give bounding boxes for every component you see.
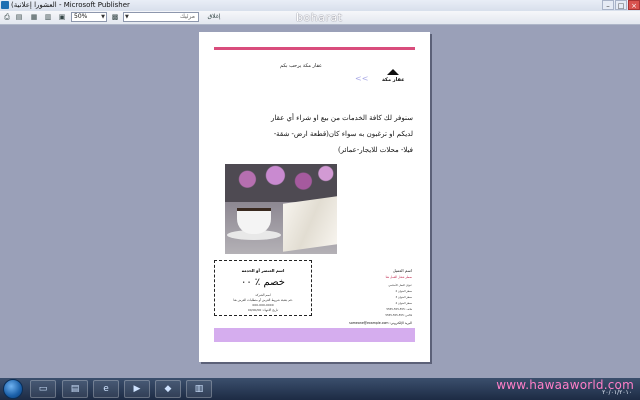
chevron-down-icon: ▼ bbox=[125, 14, 129, 20]
start-button[interactable] bbox=[3, 379, 23, 399]
body-line: لديكم او ترغبون به سواء كان(قطعة ارض- شق… bbox=[273, 130, 413, 138]
coffee-cup-image bbox=[237, 208, 271, 234]
contact-line: سطر العنوان 3 bbox=[395, 296, 412, 299]
coupon-discount: خصم ٪ ٠٠ bbox=[241, 277, 285, 288]
contact-name: اسم العميل bbox=[392, 268, 412, 273]
taskbar-clock: ٢٠/٠١/٢٠١٠ bbox=[602, 389, 632, 396]
close-preview-button[interactable]: إغلاق bbox=[205, 12, 223, 22]
window-title: (العشورا إعلانية - Microsoft Publisher bbox=[11, 1, 130, 9]
zoom-value: 50% bbox=[74, 13, 88, 20]
contact-email: someone@example.com :البريد الإلكتروني bbox=[349, 321, 412, 325]
zoom-select[interactable]: 50% ▼ bbox=[71, 12, 107, 22]
flowers-image bbox=[225, 164, 337, 202]
publisher-icon[interactable]: ▥ bbox=[186, 380, 212, 398]
body-text: سنوفر لك كافة الخدمات من بيع او شراء أي … bbox=[219, 110, 413, 158]
logo-text: عقار مكة bbox=[382, 77, 405, 83]
publisher-app-icon[interactable] bbox=[1, 1, 9, 9]
contact-line: فاكس: 555-555-5555 bbox=[385, 314, 412, 317]
contact-tagline: سطر شعار العمل هنا bbox=[385, 275, 412, 279]
contact-line: سطر العنوان 4 bbox=[395, 302, 412, 305]
page-icon[interactable]: ▦ bbox=[29, 12, 39, 22]
logo-triangle-icon bbox=[387, 69, 399, 75]
coupon-line: 000-000-0000 bbox=[252, 303, 274, 307]
welcome-text: عقار مكة يرحب بكم bbox=[280, 63, 322, 69]
arrow-decoration: << bbox=[355, 74, 369, 83]
coffee-book-photo bbox=[225, 164, 337, 254]
body-line: سنوفر لك كافة الخدمات من بيع او شراء أي … bbox=[271, 114, 413, 122]
contact-line: عنوان العمل الأساسي bbox=[388, 284, 412, 287]
two-page-icon[interactable]: ▣ bbox=[57, 12, 67, 22]
ie-icon[interactable]: e bbox=[93, 380, 119, 398]
media-icon[interactable]: ▶ bbox=[124, 380, 150, 398]
users-icon[interactable]: ◆ bbox=[155, 380, 181, 398]
window-controls: – □ × bbox=[601, 0, 640, 11]
coupon-line: تاريخ الانتهاء: 00/00/00 bbox=[247, 308, 279, 312]
coupon-line: قم بتعبئة شروط العرض أو متطلبات العرض هن… bbox=[233, 298, 293, 302]
coupon-line: اسم الشركة bbox=[255, 293, 271, 297]
font-select[interactable]: ▼ مرئيك bbox=[123, 12, 199, 22]
company-logo: عقار مكة bbox=[382, 69, 405, 85]
coupon-heading: اسم العنصر أو الخدمة bbox=[241, 268, 285, 273]
multipage-icon[interactable]: ▥ bbox=[43, 12, 53, 22]
font-value: مرئيك bbox=[179, 13, 195, 20]
footer-bar bbox=[214, 328, 415, 342]
folder-icon[interactable]: ▤ bbox=[62, 380, 88, 398]
body-line: فيلا- محلات للايجار-عمائر) bbox=[337, 146, 413, 154]
contact-line: هاتف: 555-555-5555 bbox=[386, 308, 412, 311]
publication-page: عقار مكة يرحب بكم << عقار مكة سنوفر لك ك… bbox=[199, 32, 430, 362]
header-bar bbox=[214, 47, 415, 50]
explorer-icon[interactable]: ▭ bbox=[30, 380, 56, 398]
contact-line: سطر العنوان 2 bbox=[395, 290, 412, 293]
coupon-box: اسم العنصر أو الخدمة خصم ٪ ٠٠ اسم الشركة… bbox=[214, 260, 312, 316]
chevron-down-icon: ▼ bbox=[101, 14, 105, 20]
grid-icon[interactable]: ▩ bbox=[110, 12, 120, 22]
open-book-image bbox=[283, 196, 337, 252]
print-icon[interactable]: ▤ bbox=[14, 12, 24, 22]
maximize-button[interactable]: □ bbox=[615, 0, 627, 10]
watermark-top: boharat bbox=[296, 11, 343, 24]
print-preview-icon[interactable]: ⎙ bbox=[2, 12, 12, 22]
minimize-button[interactable]: – bbox=[602, 0, 614, 10]
close-button[interactable]: × bbox=[628, 0, 640, 10]
